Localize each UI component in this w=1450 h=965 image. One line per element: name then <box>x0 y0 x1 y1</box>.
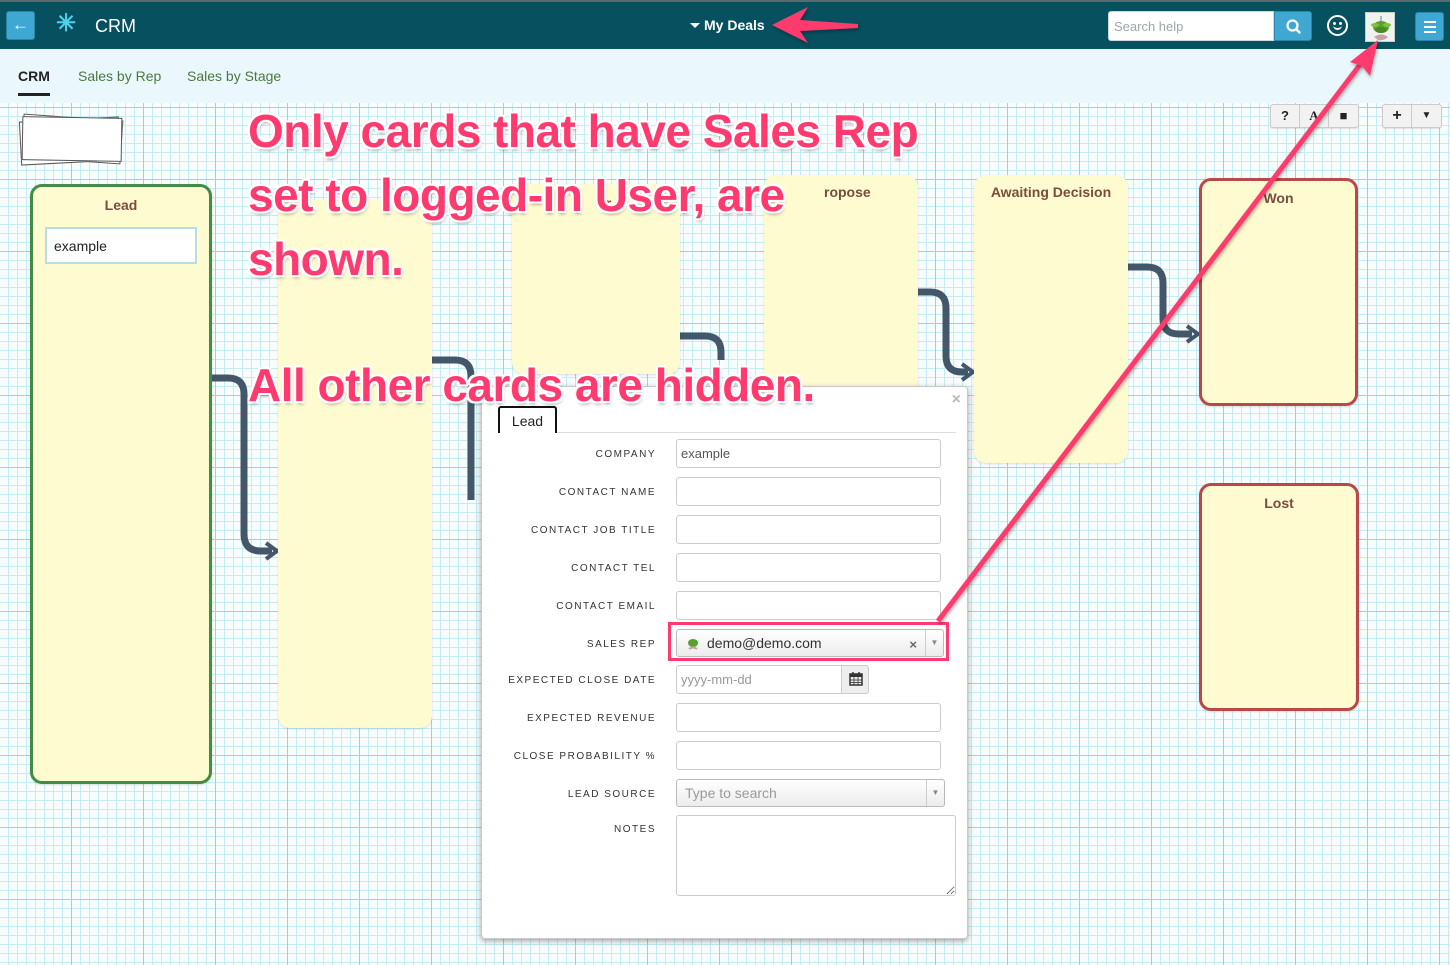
font-button[interactable]: A <box>1300 105 1329 127</box>
search-input[interactable] <box>1108 11 1274 41</box>
date-picker-button[interactable] <box>841 665 869 694</box>
stage-title: Lost <box>1264 495 1294 511</box>
lead-dialog: × Lead COMPANY CONTACT NAME CONTACT JOB … <box>481 386 968 939</box>
expected-revenue-input[interactable] <box>676 703 941 732</box>
tab-sales-by-rep[interactable]: Sales by Rep <box>78 68 161 84</box>
view-toolbar: ? A ■ <box>1270 104 1359 128</box>
field-label: LEAD SOURCE <box>567 789 656 800</box>
stage-title: Lead <box>104 197 138 213</box>
top-bar: ← ✳ CRM My Deals <box>0 0 1450 49</box>
notes-textarea[interactable] <box>676 815 956 896</box>
stage-awaiting-decision[interactable]: Awaiting Decision <box>974 175 1128 463</box>
field-label: CLOSE PROBABILITY % <box>513 751 656 762</box>
square-button[interactable]: ■ <box>1329 105 1358 127</box>
deal-card[interactable]: example <box>45 227 197 264</box>
contact-tel-input[interactable] <box>676 553 941 582</box>
calendar-icon <box>849 672 863 686</box>
field-label: NOTES <box>614 824 656 835</box>
hamburger-menu-icon <box>1424 26 1436 28</box>
stage-title: Awaiting Decision <box>990 184 1112 200</box>
search-box <box>1108 11 1312 41</box>
stage-lost[interactable]: Lost <box>1199 483 1359 711</box>
lead-source-select[interactable]: Type to search ▼ <box>676 779 945 807</box>
search-icon <box>1286 19 1301 34</box>
help-button[interactable]: ? <box>1271 105 1300 127</box>
annotation-line-2: set to logged-in User, are <box>248 169 785 221</box>
tab-sales-by-stage[interactable]: Sales by Stage <box>187 68 281 84</box>
company-input[interactable] <box>676 439 941 468</box>
annotation-line-4: All other cards are hidden. <box>248 359 815 411</box>
plant-avatar-icon <box>1366 13 1394 41</box>
field-label: SALES REP <box>586 639 656 650</box>
deck-card-front <box>21 116 123 162</box>
field-label: COMPANY <box>595 449 656 460</box>
search-button[interactable] <box>1274 11 1312 41</box>
smiley-mouth <box>1333 24 1342 30</box>
hamburger-menu-icon <box>1424 21 1436 23</box>
app-title: CRM <box>95 16 136 36</box>
field-label: EXPECTED REVENUE <box>526 713 656 724</box>
stage-title: ropose <box>824 184 871 200</box>
stage-lead[interactable]: Lead example <box>30 184 212 784</box>
annotation-line-3: shown. <box>248 233 404 285</box>
close-probability-input[interactable] <box>676 741 941 770</box>
expected-close-date-input[interactable] <box>676 665 842 694</box>
field-label: EXPECTED CLOSE DATE <box>508 675 656 686</box>
caret-down-icon <box>690 23 700 28</box>
hamburger-menu-icon <box>1424 31 1436 33</box>
field-label: CONTACT NAME <box>558 487 656 498</box>
stage-won[interactable]: Won <box>1199 178 1358 406</box>
asterisk-icon: ✳ <box>55 10 77 37</box>
add-button[interactable]: + <box>1383 105 1412 127</box>
user-avatar[interactable] <box>1365 12 1395 42</box>
card-deck-icon[interactable] <box>18 113 126 169</box>
view-selector[interactable]: My Deals <box>690 17 765 33</box>
contact-name-input[interactable] <box>676 477 941 506</box>
contact-email-input[interactable] <box>676 591 941 620</box>
tab-bar: CRM Sales by Rep Sales by Stage <box>0 49 1450 103</box>
smiley-icon[interactable] <box>1327 15 1348 36</box>
back-button[interactable]: ← <box>6 11 35 40</box>
field-label: CONTACT TEL <box>571 563 656 574</box>
filter-button[interactable]: ▼ <box>1412 105 1441 127</box>
view-selector-label: My Deals <box>704 17 765 33</box>
contact-job-title-input[interactable] <box>676 515 941 544</box>
sales-rep-highlight <box>668 622 949 661</box>
dropdown-arrow-icon[interactable]: ▼ <box>926 780 944 806</box>
arrow-left-icon: ← <box>12 15 29 34</box>
field-label: CONTACT EMAIL <box>556 601 656 612</box>
stage-title: Won <box>1263 190 1294 206</box>
annotation-line-1: Only cards that have Sales Rep <box>248 105 919 157</box>
tab-crm[interactable]: CRM <box>18 68 50 96</box>
menu-button[interactable] <box>1415 12 1444 41</box>
action-toolbar: + ▼ <box>1382 104 1442 128</box>
lead-source-placeholder: Type to search <box>685 785 777 801</box>
field-label: CONTACT JOB TITLE <box>531 525 656 536</box>
